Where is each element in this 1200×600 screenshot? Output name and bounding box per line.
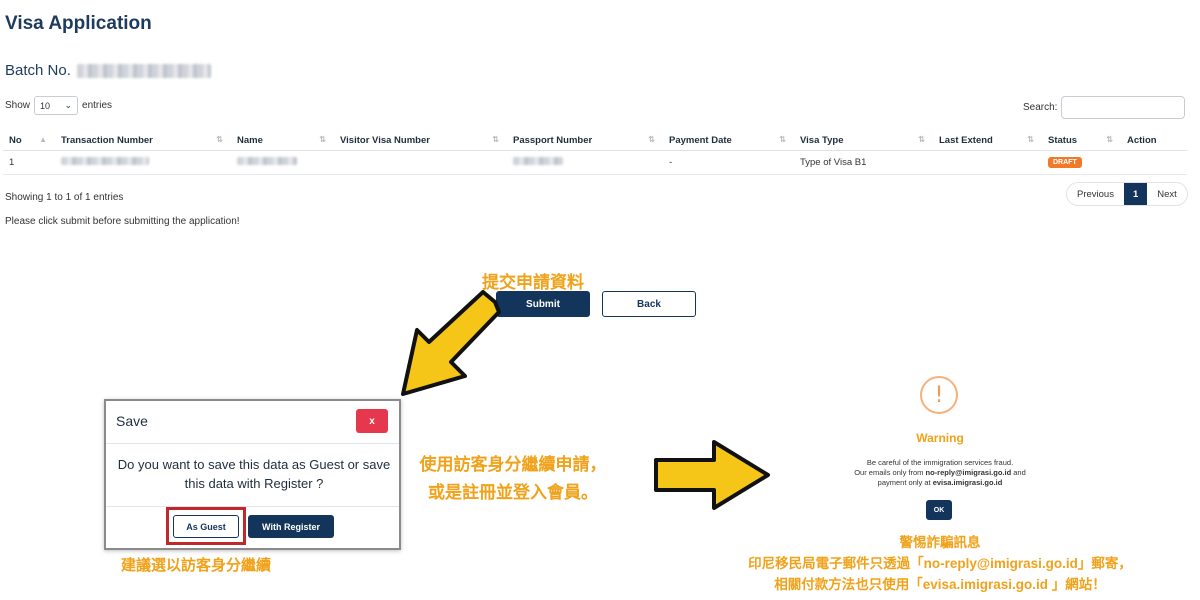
annotation-line: 警惕詐騙訊息 [899, 535, 981, 550]
sort-icon: ⇅ [918, 135, 925, 144]
chevron-down-icon: ⌄ [64, 100, 73, 110]
cell-visitor-visa-number [334, 150, 507, 175]
page-1-button[interactable]: 1 [1123, 183, 1148, 205]
submit-note: Please click submit before submitting th… [5, 216, 240, 227]
submit-button[interactable]: Submit [496, 291, 590, 317]
warning-text: and [1011, 468, 1026, 477]
annotation-line: 或是註冊並登入會員。 [428, 483, 598, 502]
sort-icon: ⇅ [779, 135, 786, 144]
cell-last-extend [933, 150, 1042, 175]
save-dialog: Save x Do you want to save this data as … [104, 399, 401, 550]
warning-text: payment only at [877, 478, 933, 487]
pagination: Previous 1 Next [1066, 182, 1188, 206]
search-control: Search: [1023, 96, 1186, 119]
column-label: No [9, 134, 22, 146]
annotation-line: 使用訪客身分繼續申請， [419, 455, 607, 474]
cell-action [1121, 150, 1187, 175]
fraud-warning-annotation: 警惕詐騙訊息 印尼移民局電子郵件只透過「no-reply@imigrasi.go… [700, 532, 1180, 595]
entries-label: entries [82, 100, 113, 111]
status-badge: DRAFT [1048, 157, 1082, 168]
column-name[interactable]: Name ⇅ [231, 131, 334, 151]
column-label: Name [237, 134, 263, 146]
column-label: Transaction Number [61, 134, 153, 146]
arrow-right-icon [654, 440, 770, 510]
warning-message: Be careful of the immigration services f… [820, 458, 1060, 488]
column-status[interactable]: Status ⇅ [1042, 131, 1121, 151]
column-visitor-visa-number[interactable]: Visitor Visa Number ⇅ [334, 131, 507, 151]
column-label: Payment Date [669, 134, 732, 146]
sort-icon: ⇅ [319, 135, 326, 144]
column-label: Visitor Visa Number [340, 134, 430, 146]
column-transaction-number[interactable]: Transaction Number ⇅ [55, 131, 231, 151]
redacted-text [513, 156, 563, 165]
divider [106, 443, 399, 444]
ok-button[interactable]: OK [926, 500, 952, 520]
sort-icon: ⇅ [492, 135, 499, 144]
cell-no: 1 [3, 150, 55, 175]
cell-transaction-number [55, 150, 231, 175]
visa-table: No ▲ Transaction Number ⇅ Name ⇅ Visitor Vi… [3, 131, 1187, 175]
warning-site: evisa.imigrasi.go.id [932, 478, 1003, 487]
entries-value: 10 [40, 100, 51, 111]
sort-icon: ⇅ [1027, 135, 1034, 144]
cell-visa-type: Type of Visa B1 [794, 150, 933, 175]
dialog-title: Save [116, 413, 148, 429]
column-label: Last Extend [939, 134, 993, 146]
column-action: Action [1121, 131, 1187, 151]
sort-icon: ⇅ [1106, 135, 1113, 144]
entries-control: Show 10 ⌄ entries [5, 96, 112, 115]
column-passport-number[interactable]: Passport Number ⇅ [507, 131, 663, 151]
redacted-text [237, 156, 297, 165]
guest-or-register-annotation: 使用訪客身分繼續申請， 或是註冊並登入會員。 [403, 451, 623, 507]
cell-passport-number [507, 150, 663, 175]
warning-line: Be careful of the immigration services f… [866, 458, 1014, 467]
column-label: Action [1127, 134, 1157, 146]
cell-status: DRAFT [1042, 150, 1121, 175]
divider [106, 506, 399, 507]
annotation-line: 印尼移民局電子郵件只透過「no-reply@imigrasi.go.id」郵寄， [748, 556, 1132, 571]
entries-select[interactable]: 10 ⌄ [34, 96, 79, 115]
column-label: Status [1048, 134, 1078, 146]
annotation-line: 相關付款方法也只使用「evisa.imigrasi.go.id 」網站！ [774, 577, 1106, 592]
search-label: Search: [1023, 102, 1058, 113]
redacted-text [61, 156, 149, 165]
batch-number: Batch No. [5, 62, 211, 79]
warning-line: Our emails only from no-reply@imigrasi.g… [820, 468, 1060, 478]
arrow-down-left-icon [401, 290, 501, 396]
sort-icon: ⇅ [648, 135, 655, 144]
showing-info: Showing 1 to 1 of 1 entries [5, 192, 124, 203]
column-no[interactable]: No ▲ [3, 131, 55, 151]
sort-icon: ▲ [39, 135, 47, 144]
dialog-message: Do you want to save this data as Guest o… [117, 457, 391, 491]
as-guest-button[interactable]: As Guest [173, 515, 239, 538]
show-label: Show [5, 100, 31, 111]
close-button[interactable]: x [356, 409, 388, 433]
column-label: Visa Type [800, 134, 844, 146]
table-row: 1 - Type of Visa B1 DRAFT [3, 150, 1187, 175]
column-payment-date[interactable]: Payment Date ⇅ [663, 131, 794, 151]
cell-payment-date: - [663, 150, 794, 175]
search-input[interactable] [1061, 96, 1186, 119]
column-label: Passport Number [513, 134, 593, 146]
with-register-button[interactable]: With Register [248, 515, 334, 538]
warning-text: Our emails only from [854, 468, 926, 477]
back-button[interactable]: Back [602, 291, 696, 317]
column-last-extend[interactable]: Last Extend ⇅ [933, 131, 1042, 151]
cell-name [231, 150, 334, 175]
sort-icon: ⇅ [216, 135, 223, 144]
batch-label: Batch No. [5, 62, 71, 79]
page-title: Visa Application [5, 13, 152, 34]
column-visa-type[interactable]: Visa Type ⇅ [794, 131, 933, 151]
batch-number-redacted [76, 63, 211, 78]
next-button[interactable]: Next [1147, 183, 1187, 205]
suggest-annotation: 建議選以訪客身分繼續 [121, 557, 272, 574]
warning-icon: ! [920, 376, 958, 414]
table-header-row: No ▲ Transaction Number ⇅ Name ⇅ Visitor Vi… [3, 131, 1187, 151]
warning-title: Warning [916, 431, 964, 445]
warning-email: no-reply@imigrasi.go.id [925, 468, 1012, 477]
previous-button[interactable]: Previous [1067, 183, 1124, 205]
warning-line: payment only at evisa.imigrasi.go.id [820, 478, 1060, 488]
